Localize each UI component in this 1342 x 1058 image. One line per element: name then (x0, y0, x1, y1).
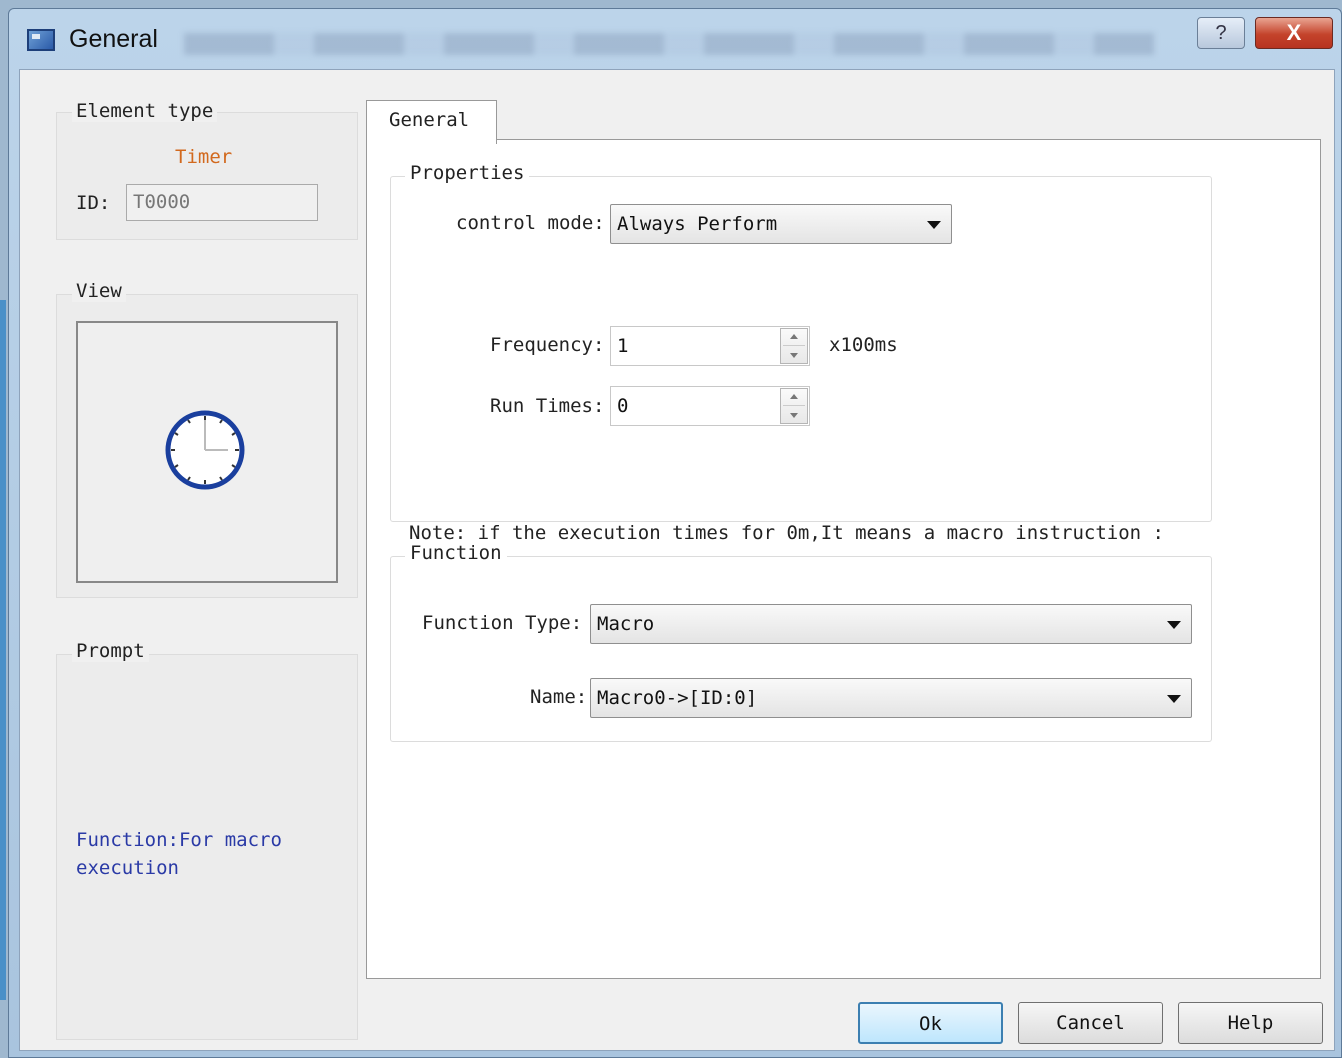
function-type-label: Function Type: (422, 612, 583, 634)
prompt-legend: Prompt (72, 640, 149, 662)
chevron-down-icon (1167, 695, 1181, 703)
cancel-button[interactable]: Cancel (1018, 1002, 1163, 1044)
chevron-down-icon (927, 221, 941, 229)
frequency-spin-buttons[interactable] (780, 328, 808, 364)
function-legend: Function (405, 542, 507, 564)
clock-icon (165, 410, 245, 490)
close-button[interactable]: X (1255, 17, 1333, 49)
window-title: General (69, 25, 158, 53)
run-times-spin-buttons[interactable] (780, 388, 808, 424)
title-bar[interactable]: General ? X (9, 9, 1341, 69)
help-title-button[interactable]: ? (1197, 17, 1245, 49)
element-type-value: Timer (175, 146, 233, 168)
name-select[interactable]: Macro0->[ID:0] (590, 678, 1192, 718)
tab-general[interactable]: General (366, 100, 497, 144)
spin-up-icon[interactable] (790, 334, 798, 339)
blurred-background-tabs (184, 33, 1154, 55)
frequency-unit: x100ms (829, 334, 898, 356)
spin-up-icon[interactable] (790, 394, 798, 399)
note-text: Note: if the execution times for 0m,It m… (409, 522, 1164, 544)
ok-button[interactable]: Ok (858, 1002, 1003, 1044)
frequency-value: 1 (617, 335, 629, 357)
name-value: Macro0->[ID:0] (597, 687, 758, 709)
spin-divider (783, 405, 805, 406)
frequency-label: Frequency: (490, 334, 605, 356)
chevron-down-icon (1167, 621, 1181, 629)
control-mode-value: Always Perform (617, 213, 778, 235)
control-mode-select[interactable]: Always Perform (610, 204, 952, 244)
run-times-value: 0 (617, 395, 629, 417)
view-preview (76, 321, 338, 583)
spin-divider (783, 345, 805, 346)
properties-legend: Properties (405, 162, 530, 184)
app-window-icon (27, 29, 55, 51)
help-button[interactable]: Help (1178, 1002, 1323, 1044)
id-field[interactable]: T0000 (126, 184, 318, 221)
spin-down-icon[interactable] (790, 413, 798, 418)
run-times-label: Run Times: (490, 395, 605, 417)
function-type-value: Macro (597, 613, 655, 635)
spin-down-icon[interactable] (790, 353, 798, 358)
frequency-spinbox[interactable]: 1 (610, 326, 810, 366)
element-type-legend: Element type (72, 100, 218, 122)
function-type-select[interactable]: Macro (590, 604, 1192, 644)
dialog-client-area: Element type Timer ID: T0000 View Prompt… (19, 69, 1335, 1051)
dialog-window: General ? X Element type Timer ID: T0000… (8, 8, 1342, 1058)
tab-panel-general: Properties control mode: Always Perform … (366, 139, 1321, 979)
view-legend: View (72, 280, 126, 302)
prompt-text: Function:For macro execution (76, 829, 282, 879)
name-label: Name: (530, 686, 588, 708)
control-mode-label: control mode: (456, 212, 605, 234)
run-times-spinbox[interactable]: 0 (610, 386, 810, 426)
background-strip (0, 300, 6, 1000)
id-label: ID: (76, 192, 111, 214)
